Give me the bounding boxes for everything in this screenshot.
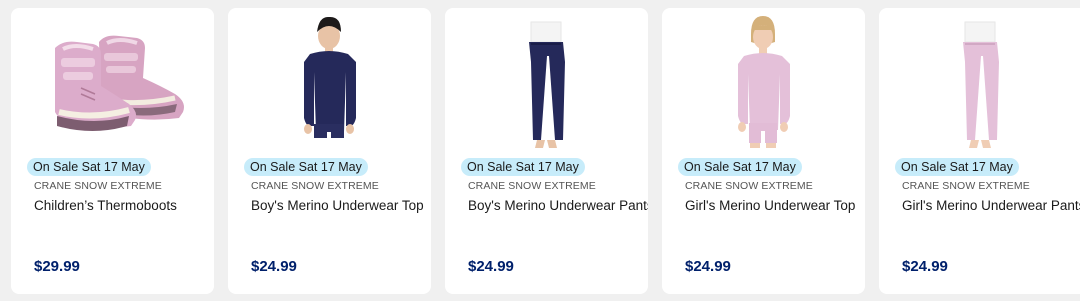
- product-card[interactable]: On Sale Sat 17 May CRANE SNOW EXTREME Bo…: [228, 8, 431, 294]
- brand-label: CRANE SNOW EXTREME: [251, 180, 379, 192]
- product-image-boys-pants[interactable]: [445, 8, 648, 158]
- product-name[interactable]: Girl's Merino Underwear Pants: [902, 198, 1080, 213]
- pink-thermal-pants-icon: [963, 21, 999, 148]
- product-image-girls-top[interactable]: [662, 8, 865, 158]
- sale-badge: On Sale Sat 17 May: [895, 158, 1019, 176]
- product-card[interactable]: On Sale Sat 17 May CRANE SNOW EXTREME Bo…: [445, 8, 648, 294]
- sale-badge: On Sale Sat 17 May: [27, 158, 151, 176]
- navy-thermal-pants-icon: [529, 21, 565, 148]
- brand-label: CRANE SNOW EXTREME: [468, 180, 596, 192]
- sale-badge: On Sale Sat 17 May: [244, 158, 368, 176]
- product-row: On Sale Sat 17 May CRANE SNOW EXTREME Ch…: [0, 0, 1080, 301]
- product-price: $24.99: [251, 258, 297, 275]
- product-name[interactable]: Girl's Merino Underwear Top: [685, 198, 855, 213]
- product-name[interactable]: Boy's Merino Underwear Top: [251, 198, 424, 213]
- product-price: $24.99: [685, 258, 731, 275]
- sale-badge: On Sale Sat 17 May: [461, 158, 585, 176]
- product-card[interactable]: On Sale Sat 17 May CRANE SNOW EXTREME Ch…: [11, 8, 214, 294]
- product-image-girls-pants[interactable]: [879, 8, 1080, 158]
- sale-badge: On Sale Sat 17 May: [678, 158, 802, 176]
- boy-thermal-top-icon: [304, 16, 356, 138]
- brand-label: CRANE SNOW EXTREME: [685, 180, 813, 192]
- product-card[interactable]: On Sale Sat 17 May CRANE SNOW EXTREME Gi…: [879, 8, 1080, 294]
- girl-thermal-top-icon: [738, 16, 790, 148]
- product-image-thermoboots[interactable]: [11, 8, 214, 158]
- product-card[interactable]: On Sale Sat 17 May CRANE SNOW EXTREME Gi…: [662, 8, 865, 294]
- product-name[interactable]: Boy's Merino Underwear Pants: [468, 198, 648, 213]
- product-name[interactable]: Children’s Thermoboots: [34, 198, 177, 213]
- pink-boots-icon: [55, 35, 184, 131]
- product-price: $29.99: [34, 258, 80, 275]
- product-price: $24.99: [468, 258, 514, 275]
- brand-label: CRANE SNOW EXTREME: [902, 180, 1030, 192]
- product-image-boys-top[interactable]: [228, 8, 431, 158]
- brand-label: CRANE SNOW EXTREME: [34, 180, 162, 192]
- product-price: $24.99: [902, 258, 948, 275]
